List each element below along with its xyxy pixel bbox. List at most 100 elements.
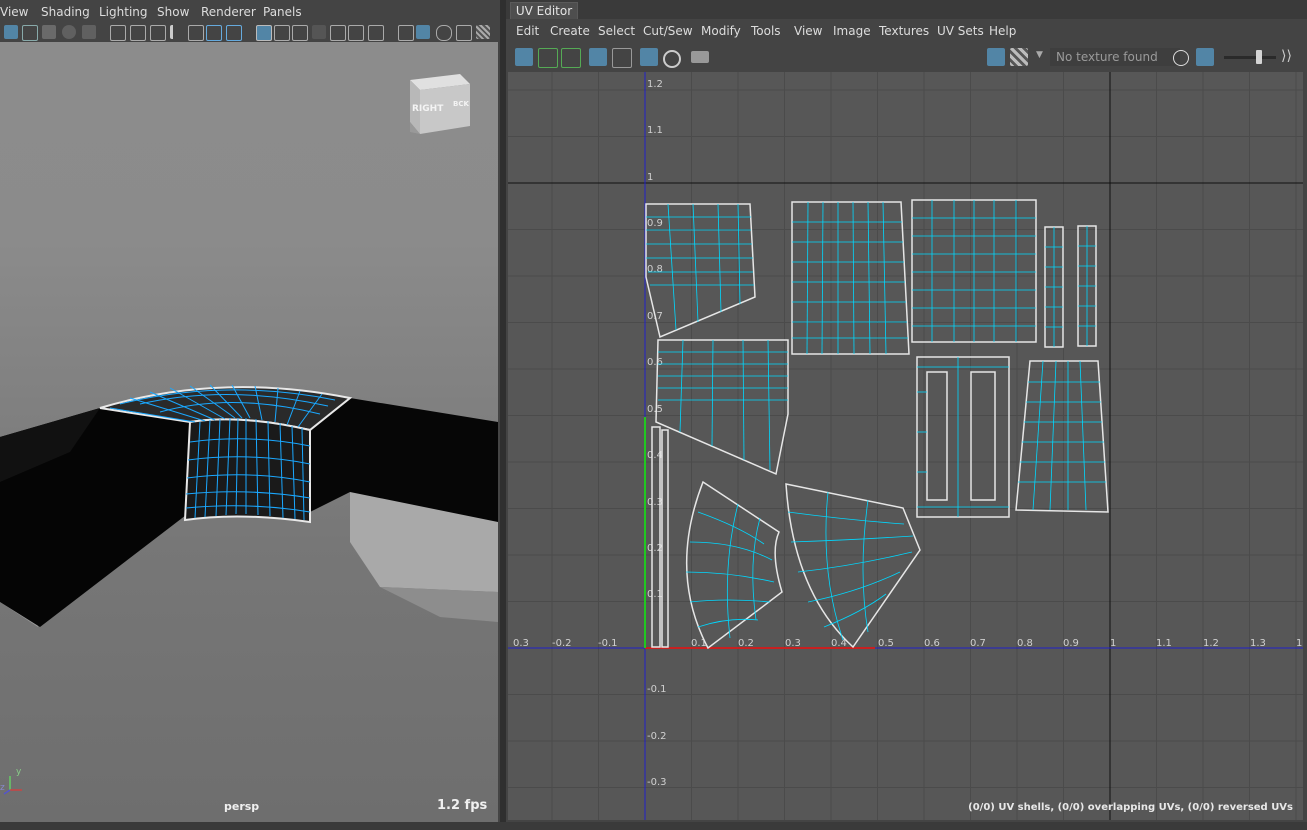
- paint-icon[interactable]: [42, 25, 56, 39]
- x-tick-label: 1: [1110, 638, 1116, 649]
- uv-menu-view[interactable]: View: [794, 24, 822, 38]
- uv-menu-select[interactable]: Select: [598, 24, 635, 38]
- y-tick-label: 1.1: [647, 125, 663, 136]
- axis-z-label: z: [0, 783, 5, 793]
- toolbar-overflow-icon[interactable]: ⟩⟩: [1281, 48, 1292, 64]
- menu-show[interactable]: Show: [157, 5, 189, 19]
- uv-editor-panel: UV Editor Edit Create Select Cut/Sew Mod…: [506, 0, 1307, 822]
- x-tick-label: 0.8: [1017, 638, 1033, 649]
- camera-attr-icon[interactable]: [110, 25, 126, 41]
- uv-canvas[interactable]: 0.3 -0.2 -0.1 0.1 0.2 0.3 0.4 0.5 0.6 0.7 0.8 0.9 1 1…: [508, 72, 1303, 820]
- gamma-icon[interactable]: [1196, 48, 1214, 66]
- uv-tab-bar: UV Editor: [506, 0, 1307, 20]
- uv-menu-help[interactable]: Help: [989, 24, 1016, 38]
- film-icon[interactable]: [130, 25, 146, 41]
- resolution-gate-icon[interactable]: [292, 25, 308, 41]
- uv-menu-edit[interactable]: Edit: [516, 24, 539, 38]
- grease-pencil-icon[interactable]: [226, 25, 242, 41]
- shaded-icon[interactable]: [416, 25, 430, 39]
- uv-select-icon[interactable]: [515, 48, 533, 66]
- grid-icon[interactable]: [256, 25, 272, 41]
- x-tick-label: 0.7: [970, 638, 986, 649]
- uv-menu-tools[interactable]: Tools: [751, 24, 781, 38]
- y-tick-label: 1.2: [647, 79, 663, 90]
- uv-distortion-icon[interactable]: [663, 50, 681, 68]
- camera-name-label: persp: [224, 800, 260, 813]
- fps-label: 1.2 fps: [437, 798, 488, 813]
- lasso-icon[interactable]: [22, 25, 38, 41]
- uv-menu-create[interactable]: Create: [550, 24, 590, 38]
- x-tick-label: 1.2: [1203, 638, 1219, 649]
- gamma-slider-track[interactable]: [1224, 56, 1276, 59]
- uv-shell-4: [1044, 226, 1064, 348]
- menu-shading[interactable]: Shading: [41, 5, 90, 19]
- uv-menu-textures[interactable]: Textures: [879, 24, 929, 38]
- texture-icon[interactable]: [456, 25, 472, 41]
- gamma-slider-thumb[interactable]: [1256, 50, 1262, 64]
- select-icon[interactable]: [4, 25, 18, 39]
- uv-menu-modify[interactable]: Modify: [701, 24, 741, 38]
- y-tick-label: -0.3: [647, 777, 667, 788]
- uv-menu-image[interactable]: Image: [833, 24, 871, 38]
- display-dropdown-icon[interactable]: ▼: [1036, 50, 1043, 60]
- exposure-icon[interactable]: [1173, 50, 1189, 66]
- axis-gizmo: [3, 776, 22, 795]
- uv-grid-icon[interactable]: [612, 48, 632, 68]
- uv-editor-tab[interactable]: UV Editor: [510, 2, 578, 20]
- checker-display-icon[interactable]: [1010, 48, 1028, 66]
- y-tick-label: -0.2: [647, 731, 667, 742]
- uv-snapshot-icon[interactable]: [691, 51, 709, 63]
- uv-menubar: Edit Create Select Cut/Sew Modify Tools …: [506, 19, 1307, 41]
- smooth-shade-icon[interactable]: [436, 25, 452, 41]
- gate-mask-icon[interactable]: [312, 25, 326, 39]
- y-tick-label: 1: [647, 172, 653, 183]
- uv-shell-7: [916, 356, 1010, 518]
- uv-move-icon[interactable]: [561, 48, 581, 68]
- menu-view[interactable]: View: [0, 5, 28, 19]
- y-tick-label: -0.1: [647, 684, 667, 695]
- uv-checker-icon[interactable]: [640, 48, 658, 66]
- safe-title-icon[interactable]: [368, 25, 384, 41]
- y-tick-label: 0.5: [647, 404, 663, 415]
- x-tick-label: 0.5: [878, 638, 894, 649]
- 3d-viewport[interactable]: RIGHT BCK y z persp 1.2 fps: [0, 42, 498, 822]
- film-gate-icon[interactable]: [274, 25, 290, 41]
- x-tick-label: 1: [1296, 638, 1302, 649]
- x-tick-label: 1.1: [1156, 638, 1172, 649]
- x-tick-label: 0.6: [924, 638, 940, 649]
- uv-shell-6: [655, 339, 789, 476]
- y-tick-label: 0.9: [647, 218, 663, 229]
- wireframe-icon[interactable]: [398, 25, 414, 41]
- pan-icon[interactable]: [188, 25, 204, 41]
- uv-shell-10: [685, 480, 783, 650]
- sphere-icon[interactable]: [62, 25, 76, 39]
- y-tick-label: 0.6: [647, 357, 663, 368]
- uv-transform-icon[interactable]: [538, 48, 558, 68]
- x-tick-label: 0.3: [785, 638, 801, 649]
- uv-shell-8: [1015, 360, 1109, 513]
- menu-renderer[interactable]: Renderer: [201, 5, 256, 19]
- 2d-pan-icon[interactable]: [206, 25, 222, 41]
- x-tick-label: 0.2: [738, 638, 754, 649]
- menu-lighting[interactable]: Lighting: [99, 5, 148, 19]
- safe-action-icon[interactable]: [348, 25, 364, 41]
- viewport-panel: View Shading Lighting Show Renderer Pane…: [0, 0, 500, 822]
- menu-panels[interactable]: Panels: [263, 5, 302, 19]
- axis-y-label: y: [16, 767, 22, 777]
- uv-menu-cutsew[interactable]: Cut/Sew: [643, 24, 693, 38]
- uv-menu-uvsets[interactable]: UV Sets: [937, 24, 984, 38]
- xray-icon[interactable]: [476, 25, 490, 39]
- image-display-icon[interactable]: [987, 48, 1005, 66]
- camera-icon[interactable]: [82, 25, 96, 39]
- texture-field[interactable]: No texture found: [1050, 48, 1180, 66]
- camera-lock-icon[interactable]: [150, 25, 166, 41]
- bookmark-icon[interactable]: [170, 25, 179, 39]
- x-tick-label: 0.9: [1063, 638, 1079, 649]
- uv-shell-icon[interactable]: [589, 48, 607, 66]
- uv-toolbar: ▼ No texture found ⟩⟩: [506, 42, 1307, 72]
- scene-geometry: [0, 74, 498, 795]
- uv-shell-5: [1077, 225, 1097, 347]
- field-chart-icon[interactable]: [330, 25, 346, 41]
- uv-status-text: (0/0) UV shells, (0/0) overlapping UVs, …: [968, 802, 1293, 813]
- uv-shell-2: [791, 201, 910, 355]
